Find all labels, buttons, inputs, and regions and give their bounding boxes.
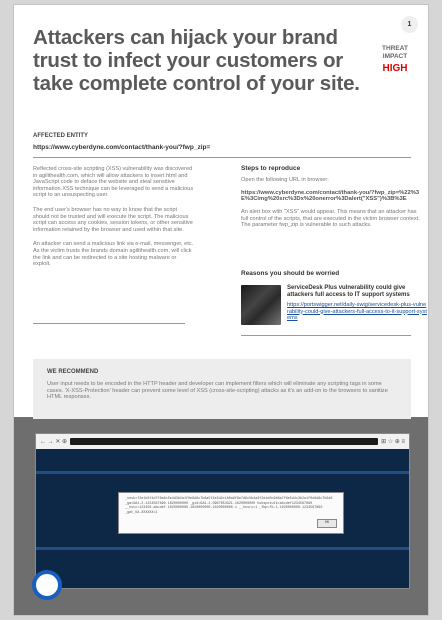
article-thumbnail [241,285,281,325]
recommend-text: User input needs to be encoded in the HT… [47,381,388,401]
browser-viewport: _sesh=f2e1b0f4d7f8a6c5e4d3b2a1f0e9d8c7b6… [36,449,409,588]
page-number-badge: 1 [401,16,418,33]
steps-result: An alert box with "XSS" would appear. Th… [241,209,420,229]
steps-intro: Open the following URL in browser: [241,177,329,183]
alert-text: _sesh=f2e1b0f4d7f8a6c5e4d3b2a1f0e9d8c7b6… [125,497,333,515]
record-button[interactable] [32,570,62,600]
xss-alert-dialog: _sesh=f2e1b0f4d7f8a6c5e4d3b2a1f0e9d8c7b6… [118,492,344,534]
page-stripe [36,471,409,474]
affected-entity-label: AFFECTED ENTITY [33,133,88,139]
reasons-title: Reasons you should be worried [241,270,340,277]
affected-entity-url[interactable]: https://www.cyberdyne.com/contact/thank-… [33,144,210,151]
steps-title: Steps to reproduce [241,165,301,172]
divider [241,335,411,336]
threat-label-line2: IMPACT [382,53,408,60]
reason-item-title: ServiceDesk Plus vulnerability could giv… [287,285,410,298]
address-bar [70,438,379,445]
browser-screenshot: ← → ✕ ⊕ ⊞ ☆ ⊕ ≡ _sesh=f2e1b0f4d7f8a6c5e4… [35,433,410,589]
description: Reflected cross-site scripting (XSS) vul… [33,166,195,276]
report-page: 1 Attackers can hijack your brand trust … [13,4,429,616]
reason-item-link[interactable]: https://portswigger.net/daily-swig/servi… [287,302,427,322]
page-stripe [36,547,409,550]
alert-ok-button[interactable]: OK [317,519,337,528]
divider [33,323,185,324]
threat-label-line1: THREAT [382,45,408,52]
description-paragraph-3: An attacker can send a malicious link vi… [33,241,194,268]
divider [33,157,411,158]
browser-nav-icons: ← → ✕ ⊕ [40,439,68,445]
recommend-label: WE RECOMMEND [47,369,99,375]
description-paragraph-1: Reflected cross-site scripting (XSS) vul… [33,166,194,199]
headline: Attackers can hijack your brand trust to… [33,26,360,95]
steps-to-reproduce: Steps to reproduce Open the following UR… [241,165,421,229]
recommendation-box: WE RECOMMEND User input needs to be enco… [33,359,411,419]
threat-impact: THREAT IMPACT HIGH [371,45,419,74]
browser-toolbar: ← → ✕ ⊕ ⊞ ☆ ⊕ ≡ [36,434,409,449]
steps-url[interactable]: https://www.cyberdyne.com/contact/thank-… [241,190,421,204]
browser-toolbar-icons: ⊞ ☆ ⊕ ≡ [381,439,405,445]
description-paragraph-2: The end user's browser has no way to kno… [33,206,193,233]
threat-level: HIGH [382,63,408,74]
